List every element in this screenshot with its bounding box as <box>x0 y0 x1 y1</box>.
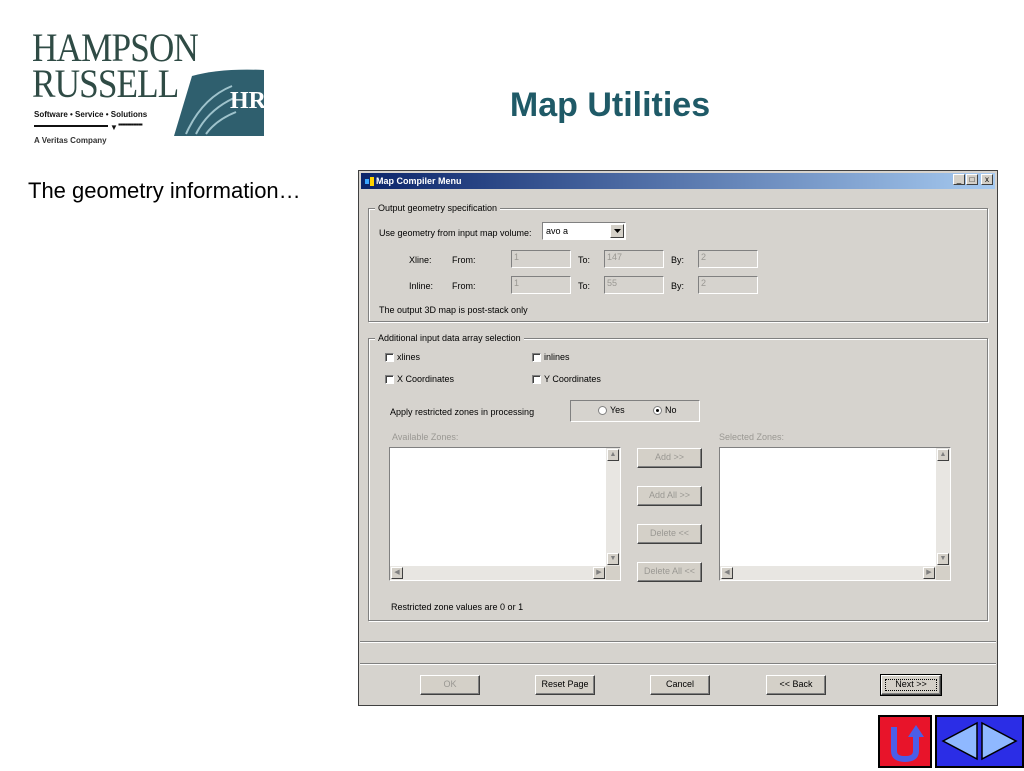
logo-dots: ▪▪▪▪▪▪▪▪▪▪▪▪▪ <box>118 120 143 129</box>
yes-radio-dot[interactable] <box>598 405 607 415</box>
inline-to-label: To: <box>578 281 591 291</box>
window-titlebar[interactable]: Map Compiler Menu _ □ x <box>361 173 995 189</box>
no-radio-dot[interactable] <box>653 405 662 415</box>
inlines-checkbox-box[interactable] <box>532 352 541 362</box>
close-button[interactable]: x <box>981 174 993 185</box>
slide-body-text: The geometry information… <box>28 178 301 203</box>
scroll-up-icon[interactable]: ▲ <box>607 449 619 461</box>
available-zones-list[interactable]: ▲ ▼ ◀ ▶ <box>389 447 621 581</box>
u-turn-arrow-icon <box>891 725 924 763</box>
input-volume-select[interactable]: avo a <box>542 222 626 240</box>
input-volume-value: avo a <box>546 226 569 236</box>
scroll-up-icon[interactable]: ▲ <box>937 449 949 461</box>
scroll-left-icon[interactable]: ◀ <box>391 567 403 579</box>
scroll-down-icon[interactable]: ▼ <box>607 553 619 565</box>
logo-rule <box>34 125 108 127</box>
xline-by-label: By: <box>671 255 685 265</box>
apply-zones-label: Apply restricted zones in processing <box>390 407 535 417</box>
xlines-checkbox[interactable]: xlines <box>385 352 420 362</box>
no-radio-label: No <box>665 405 677 415</box>
additional-input-group: Additional input data array selection xl… <box>368 333 988 621</box>
xline-from-label: From: <box>452 255 476 265</box>
scroll-left-icon[interactable]: ◀ <box>721 567 733 579</box>
xlines-checkbox-box[interactable] <box>385 352 394 362</box>
inlines-checkbox[interactable]: inlines <box>532 352 570 362</box>
scroll-down-icon[interactable]: ▼ <box>937 553 949 565</box>
xline-label: Xline: <box>409 255 432 265</box>
logo-tagline: Software • Service • Solutions <box>34 110 148 119</box>
inline-from-label: From: <box>452 281 476 291</box>
no-radio[interactable]: No <box>653 405 677 415</box>
scroll-corner <box>936 566 950 580</box>
app-icon <box>364 176 374 186</box>
output-geometry-group: Output geometry specification Use geomet… <box>368 203 988 322</box>
inline-label: Inline: <box>409 281 434 291</box>
output-geometry-legend: Output geometry specification <box>375 203 501 213</box>
map-compiler-window: Map Compiler Menu _ □ x Output geometry … <box>358 170 998 706</box>
minimize-button[interactable]: _ <box>953 174 965 185</box>
x-coordinates-checkbox[interactable]: X Coordinates <box>385 374 454 384</box>
xline-by-field[interactable]: 2 <box>698 250 758 268</box>
xlines-checkbox-label: xlines <box>397 352 421 362</box>
footer-separator-bottom <box>360 663 996 665</box>
delete-button[interactable]: Delete << <box>637 524 702 544</box>
selected-zones-hscroll[interactable]: ◀ ▶ <box>720 566 936 580</box>
xline-to-label: To: <box>578 255 591 265</box>
slide-title: Map Utilities <box>509 86 711 124</box>
x-coordinates-checkbox-box[interactable] <box>385 374 394 384</box>
back-button[interactable]: << Back <box>766 675 826 695</box>
inline-by-label: By: <box>671 281 685 291</box>
hampson-russell-logo: HAMPSON RUSSELL Software • Service • Sol… <box>32 28 268 150</box>
apply-zones-radio-group: Yes No <box>570 400 700 422</box>
delete-all-button[interactable]: Delete All << <box>637 562 702 582</box>
inline-by-field[interactable]: 2 <box>698 276 758 294</box>
xline-from-field[interactable]: 1 <box>511 250 571 268</box>
available-zones-hscroll[interactable]: ◀ ▶ <box>390 566 606 580</box>
prev-arrow-icon <box>941 721 978 761</box>
inlines-checkbox-label: inlines <box>544 352 570 362</box>
window-title: Map Compiler Menu <box>376 176 462 186</box>
logo-mark-text: HR <box>230 88 266 114</box>
y-coordinates-checkbox-label: Y Coordinates <box>544 374 601 384</box>
next-button[interactable]: Next >> <box>880 674 942 696</box>
prev-next-icon <box>941 721 1018 761</box>
yes-radio[interactable]: Yes <box>598 405 625 415</box>
ok-button[interactable]: OK <box>420 675 480 695</box>
logo-triangle-icon: ▼ <box>110 123 118 132</box>
selected-zones-list[interactable]: ▲ ▼ ◀ ▶ <box>719 447 951 581</box>
additional-input-legend: Additional input data array selection <box>375 333 524 343</box>
scroll-corner <box>606 566 620 580</box>
maximize-button[interactable]: □ <box>966 174 978 185</box>
yes-radio-label: Yes <box>610 405 625 415</box>
y-coordinates-checkbox-box[interactable] <box>532 374 541 384</box>
post-stack-note: The output 3D map is post-stack only <box>379 305 528 315</box>
scroll-right-icon[interactable]: ▶ <box>593 567 605 579</box>
available-zones-vscroll[interactable]: ▲ ▼ <box>606 448 620 566</box>
selected-zones-label: Selected Zones: <box>719 432 785 442</box>
x-coordinates-checkbox-label: X Coordinates <box>397 374 455 384</box>
footer-separator-top <box>360 641 996 643</box>
reset-page-button[interactable]: Reset Page <box>535 675 595 695</box>
chevron-down-icon[interactable] <box>610 224 624 238</box>
prev-next-buttons <box>935 715 1024 768</box>
available-zones-label: Available Zones: <box>392 432 459 442</box>
inline-from-field[interactable]: 1 <box>511 276 571 294</box>
next-button-focus <box>885 679 937 691</box>
y-coordinates-checkbox[interactable]: Y Coordinates <box>532 374 601 384</box>
restricted-zone-note: Restricted zone values are 0 or 1 <box>391 602 524 612</box>
return-button[interactable] <box>878 715 932 768</box>
logo-company: A Veritas Company <box>34 136 107 145</box>
selected-zones-vscroll[interactable]: ▲ ▼ <box>936 448 950 566</box>
scroll-right-icon[interactable]: ▶ <box>923 567 935 579</box>
next-arrow-icon <box>981 721 1018 761</box>
add-all-button[interactable]: Add All >> <box>637 486 702 506</box>
logo-word-russell: RUSSELL <box>32 61 179 106</box>
cancel-button[interactable]: Cancel <box>650 675 710 695</box>
use-geometry-label: Use geometry from input map volume: <box>379 228 532 238</box>
inline-to-field[interactable]: 55 <box>604 276 664 294</box>
hr-emblem-icon: HR <box>174 69 266 136</box>
add-button[interactable]: Add >> <box>637 448 702 468</box>
xline-to-field[interactable]: 147 <box>604 250 664 268</box>
